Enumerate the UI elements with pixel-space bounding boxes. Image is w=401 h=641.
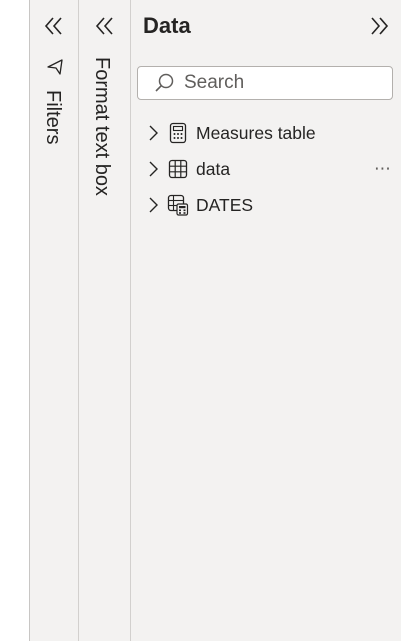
table-icon [167, 158, 189, 180]
search-input[interactable] [184, 72, 384, 94]
left-canvas-edge [0, 0, 30, 641]
data-pane: Data Measures table [131, 0, 401, 641]
double-chevron-left-icon [95, 17, 113, 35]
collapse-format-button[interactable] [93, 14, 117, 38]
more-options-button[interactable]: ⋯ [371, 154, 395, 184]
search-icon [155, 73, 174, 92]
data-pane-title: Data [143, 13, 191, 38]
chevron-right-icon[interactable] [145, 118, 161, 148]
chevron-right-icon[interactable] [145, 190, 161, 220]
format-pane: Format text box [79, 0, 131, 641]
calculator-table-icon [167, 122, 189, 144]
tree-item-measures-table[interactable]: Measures table [145, 118, 395, 148]
filters-pane: Filters [30, 0, 79, 641]
calculated-table-icon [167, 194, 189, 216]
expand-data-button[interactable] [367, 14, 391, 38]
search-box [137, 66, 393, 100]
tree-item-label: DATES [196, 194, 254, 215]
funnel-icon [47, 59, 63, 75]
tree-item-dates[interactable]: DATES [145, 190, 395, 220]
filter-icon-wrapper [45, 57, 65, 77]
double-chevron-right-icon [371, 17, 389, 35]
tree-item-label: Measures table [196, 122, 316, 143]
filters-title[interactable]: Filters [42, 90, 64, 144]
collapse-filters-button[interactable] [42, 14, 66, 38]
tree-item-data[interactable]: data ⋯ [145, 154, 395, 184]
format-title[interactable]: Format text box [91, 57, 113, 196]
chevron-right-icon[interactable] [145, 154, 161, 184]
tree-item-label: data [196, 158, 231, 179]
double-chevron-left-icon [44, 17, 62, 35]
